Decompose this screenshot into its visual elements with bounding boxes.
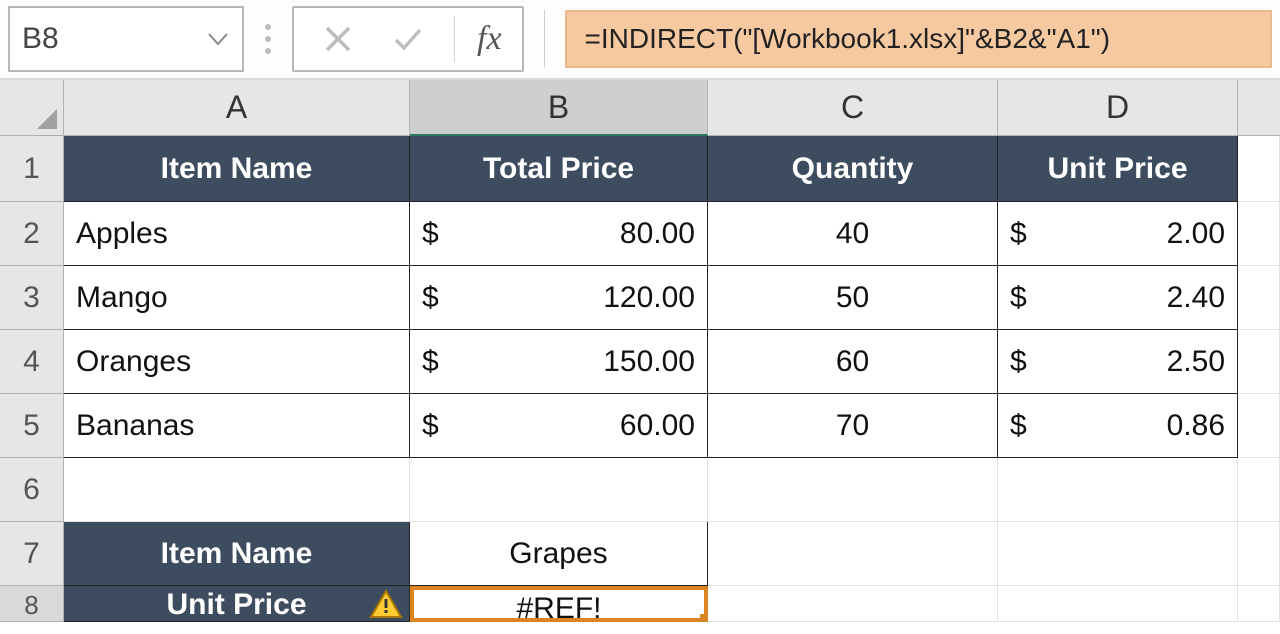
- row-header-7[interactable]: 7: [0, 522, 64, 586]
- cell-C3[interactable]: 50: [708, 266, 998, 330]
- column-header-A[interactable]: A: [64, 80, 410, 136]
- cell-D1[interactable]: Unit Price: [998, 136, 1238, 202]
- cell-C7[interactable]: [708, 522, 998, 586]
- cell-D7[interactable]: [998, 522, 1238, 586]
- select-all-triangle[interactable]: [0, 80, 64, 136]
- cell-B3[interactable]: $120.00: [410, 266, 708, 330]
- separator: [454, 16, 455, 62]
- formula-text: =INDIRECT("[Workbook1.xlsx]"&B2&"A1"): [585, 23, 1111, 55]
- cell-D6[interactable]: [998, 458, 1238, 522]
- column-header-B[interactable]: B: [410, 80, 708, 136]
- column-header-rest[interactable]: [1238, 80, 1280, 136]
- warning-icon[interactable]: [369, 589, 403, 619]
- table-row: 1 Item Name Total Price Quantity Unit Pr…: [0, 136, 1280, 202]
- name-box-value: B8: [22, 22, 59, 56]
- table-row: 8 Unit Price #REF!: [0, 586, 1280, 622]
- row-header-5[interactable]: 5: [0, 394, 64, 458]
- column-header-D[interactable]: D: [998, 80, 1238, 136]
- cell-D5[interactable]: $0.86: [998, 394, 1238, 458]
- row-header-2[interactable]: 2: [0, 202, 64, 266]
- cell-A4[interactable]: Oranges: [64, 330, 410, 394]
- vertical-ellipsis-icon[interactable]: [258, 24, 278, 54]
- cell-C2[interactable]: 40: [708, 202, 998, 266]
- table-row: 3 Mango $120.00 50 $2.40: [0, 266, 1280, 330]
- separator: [544, 10, 545, 68]
- cell-blank[interactable]: [1238, 522, 1280, 586]
- cell-C8[interactable]: [708, 586, 998, 622]
- cell-B4[interactable]: $150.00: [410, 330, 708, 394]
- cell-B5[interactable]: $60.00: [410, 394, 708, 458]
- cell-A5[interactable]: Bananas: [64, 394, 410, 458]
- row-header-1[interactable]: 1: [0, 136, 64, 202]
- table-row: 6: [0, 458, 1280, 522]
- cancel-formula-icon[interactable]: [308, 14, 368, 64]
- cell-A1[interactable]: Item Name: [64, 136, 410, 202]
- cell-B7[interactable]: Grapes: [410, 522, 708, 586]
- table-row: 2 Apples $80.00 40 $2.00: [0, 202, 1280, 266]
- confirm-formula-icon[interactable]: [378, 14, 438, 64]
- cell-blank[interactable]: [1238, 458, 1280, 522]
- column-header-C[interactable]: C: [708, 80, 998, 136]
- cell-D3[interactable]: $2.40: [998, 266, 1238, 330]
- dropdown-caret-icon[interactable]: [208, 33, 228, 45]
- cell-B2[interactable]: $80.00: [410, 202, 708, 266]
- cell-A8[interactable]: Unit Price: [64, 586, 410, 622]
- row-header-6[interactable]: 6: [0, 458, 64, 522]
- cell-B6[interactable]: [410, 458, 708, 522]
- cell-blank[interactable]: [1238, 202, 1280, 266]
- name-box[interactable]: B8: [8, 6, 244, 72]
- table-row: 4 Oranges $150.00 60 $2.50: [0, 330, 1280, 394]
- cell-blank[interactable]: [1238, 136, 1280, 202]
- cell-D2[interactable]: $2.00: [998, 202, 1238, 266]
- cell-C5[interactable]: 70: [708, 394, 998, 458]
- cell-B8-selected[interactable]: #REF!: [410, 586, 708, 622]
- cell-A6[interactable]: [64, 458, 410, 522]
- spreadsheet-grid: A B C D 1 Item Name Total Price Quantity…: [0, 80, 1280, 622]
- formula-bar: B8 fx =INDIRECT("[Workbook1.xlsx]"&B2&"A…: [0, 0, 1280, 80]
- column-header-row: A B C D: [0, 80, 1280, 136]
- cell-C1[interactable]: Quantity: [708, 136, 998, 202]
- cell-A7[interactable]: Item Name: [64, 522, 410, 586]
- cell-blank[interactable]: [1238, 394, 1280, 458]
- cell-C6[interactable]: [708, 458, 998, 522]
- cell-B1[interactable]: Total Price: [410, 136, 708, 202]
- fx-icon[interactable]: fx: [471, 20, 508, 58]
- table-row: 5 Bananas $60.00 70 $0.86: [0, 394, 1280, 458]
- row-header-4[interactable]: 4: [0, 330, 64, 394]
- cell-C4[interactable]: 60: [708, 330, 998, 394]
- row-header-8[interactable]: 8: [0, 586, 64, 622]
- cell-blank[interactable]: [1238, 330, 1280, 394]
- formula-input[interactable]: =INDIRECT("[Workbook1.xlsx]"&B2&"A1"): [565, 10, 1272, 68]
- row-header-3[interactable]: 3: [0, 266, 64, 330]
- cell-A3[interactable]: Mango: [64, 266, 410, 330]
- cell-A2[interactable]: Apples: [64, 202, 410, 266]
- formula-controls: fx: [292, 6, 524, 72]
- cell-D4[interactable]: $2.50: [998, 330, 1238, 394]
- cell-blank[interactable]: [1238, 266, 1280, 330]
- cell-D8[interactable]: [998, 586, 1238, 622]
- table-row: 7 Item Name Grapes: [0, 522, 1280, 586]
- cell-blank[interactable]: [1238, 586, 1280, 622]
